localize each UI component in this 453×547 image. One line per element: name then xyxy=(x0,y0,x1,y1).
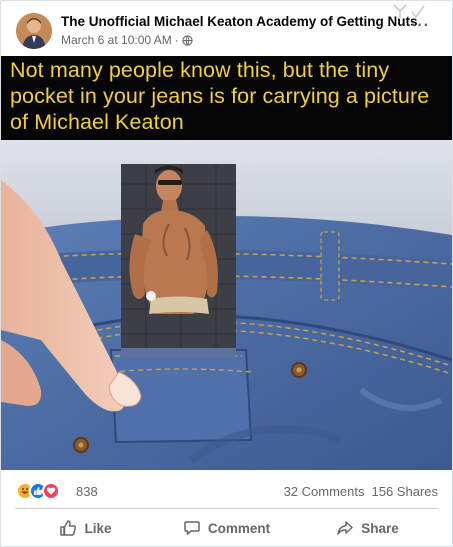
engagement-stats: 838 32 Comments 156 Shares xyxy=(1,479,452,503)
post-meta: March 6 at 10:00 AM · xyxy=(61,33,193,47)
shares-count[interactable]: 156 Shares xyxy=(372,484,439,499)
meme-caption-band: Not many people know this, but the tiny … xyxy=(1,56,452,140)
comment-icon xyxy=(184,521,200,535)
reaction-count[interactable]: 838 xyxy=(76,484,98,499)
post-header: The Unofficial Michael Keaton Academy of… xyxy=(1,1,452,55)
comment-share-counts: 32 Comments 156 Shares xyxy=(284,484,438,499)
share-label: Share xyxy=(361,520,399,536)
comment-label: Comment xyxy=(207,520,271,536)
reaction-icons[interactable] xyxy=(16,482,60,500)
post-actions: Like Comment Share xyxy=(15,511,438,545)
page-avatar[interactable] xyxy=(16,13,52,49)
share-arrow-icon xyxy=(337,521,353,535)
keaton-photo xyxy=(121,164,236,358)
thumbs-up-icon xyxy=(60,520,77,536)
share-button[interactable]: Share xyxy=(297,511,438,545)
more-options-button[interactable]: ··· xyxy=(411,17,430,35)
comment-button[interactable]: Comment xyxy=(156,511,297,545)
facebook-post-card: The Unofficial Michael Keaton Academy of… xyxy=(0,0,453,547)
meme-caption: Not many people know this, but the tiny … xyxy=(10,58,430,134)
post-image[interactable]: Not many people know this, but the tiny … xyxy=(1,56,452,470)
like-label: Like xyxy=(84,520,112,536)
globe-icon xyxy=(182,34,193,46)
post-timestamp[interactable]: March 6 at 10:00 AM xyxy=(61,33,172,47)
meta-separator: · xyxy=(174,33,179,47)
page-name-link[interactable]: The Unofficial Michael Keaton Academy of… xyxy=(61,14,418,29)
like-button[interactable]: Like xyxy=(15,511,156,545)
love-icon xyxy=(42,482,60,500)
actions-divider xyxy=(15,508,438,509)
comments-count[interactable]: 32 Comments xyxy=(284,484,365,499)
